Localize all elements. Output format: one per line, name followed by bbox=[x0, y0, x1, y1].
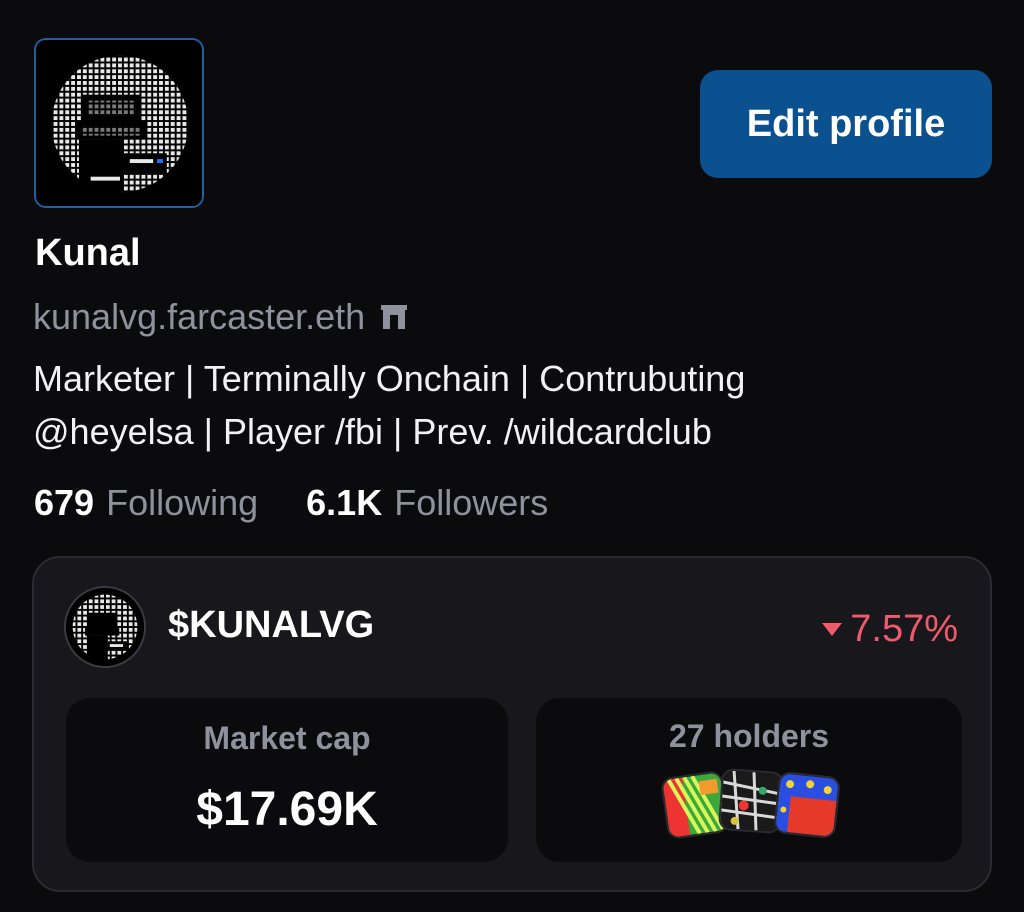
holder-avatar-image bbox=[662, 772, 728, 838]
token-card[interactable]: $KUNALVG 7.57% Market cap $17.69K 27 hol… bbox=[32, 556, 992, 892]
edit-profile-button[interactable]: Edit profile bbox=[700, 70, 992, 178]
token-ticker: $KUNALVG bbox=[168, 604, 375, 646]
token-avatar bbox=[64, 586, 146, 668]
market-cap-label: Market cap bbox=[203, 720, 371, 756]
following-count: 679 bbox=[34, 482, 95, 523]
followers-label: Followers bbox=[394, 482, 549, 523]
caret-down-icon bbox=[822, 622, 843, 636]
following-label: Following bbox=[106, 482, 259, 523]
bio-line: @heyelsa | Player /fbi | Prev. /wildcard… bbox=[33, 411, 712, 452]
follow-stats: 679 Following 6.1K Followers bbox=[34, 482, 548, 524]
followers-count: 6.1K bbox=[306, 482, 383, 523]
archway-badge-icon bbox=[381, 305, 408, 329]
pixel-portrait-avatar bbox=[36, 40, 202, 206]
holder-avatar-image bbox=[775, 773, 839, 837]
price-change-value: 7.57% bbox=[850, 608, 958, 650]
display-name: Kunal bbox=[35, 232, 141, 274]
followers-stat[interactable]: 6.1K Followers bbox=[306, 482, 548, 524]
holder-avatar bbox=[772, 770, 842, 840]
market-cap-value: $17.69K bbox=[196, 783, 378, 836]
holders-card[interactable]: 27 holders bbox=[536, 698, 962, 862]
username: kunalvg.farcaster.eth bbox=[33, 296, 366, 337]
market-cap-card: Market cap $17.69K bbox=[66, 698, 508, 862]
bio: Marketer | Terminally Onchain | Contrubu… bbox=[33, 352, 993, 458]
bio-line: Marketer | Terminally Onchain | Contrubu… bbox=[33, 358, 746, 399]
holder-avatar-image bbox=[720, 770, 782, 832]
profile-avatar[interactable] bbox=[34, 38, 204, 208]
holders-label: 27 holders bbox=[668, 718, 830, 754]
username-row: kunalvg.farcaster.eth bbox=[33, 296, 409, 338]
pixel-portrait-avatar bbox=[66, 588, 144, 666]
price-change: 7.57% bbox=[822, 608, 958, 651]
following-stat[interactable]: 679 Following bbox=[34, 482, 258, 524]
holder-avatars bbox=[659, 767, 844, 844]
